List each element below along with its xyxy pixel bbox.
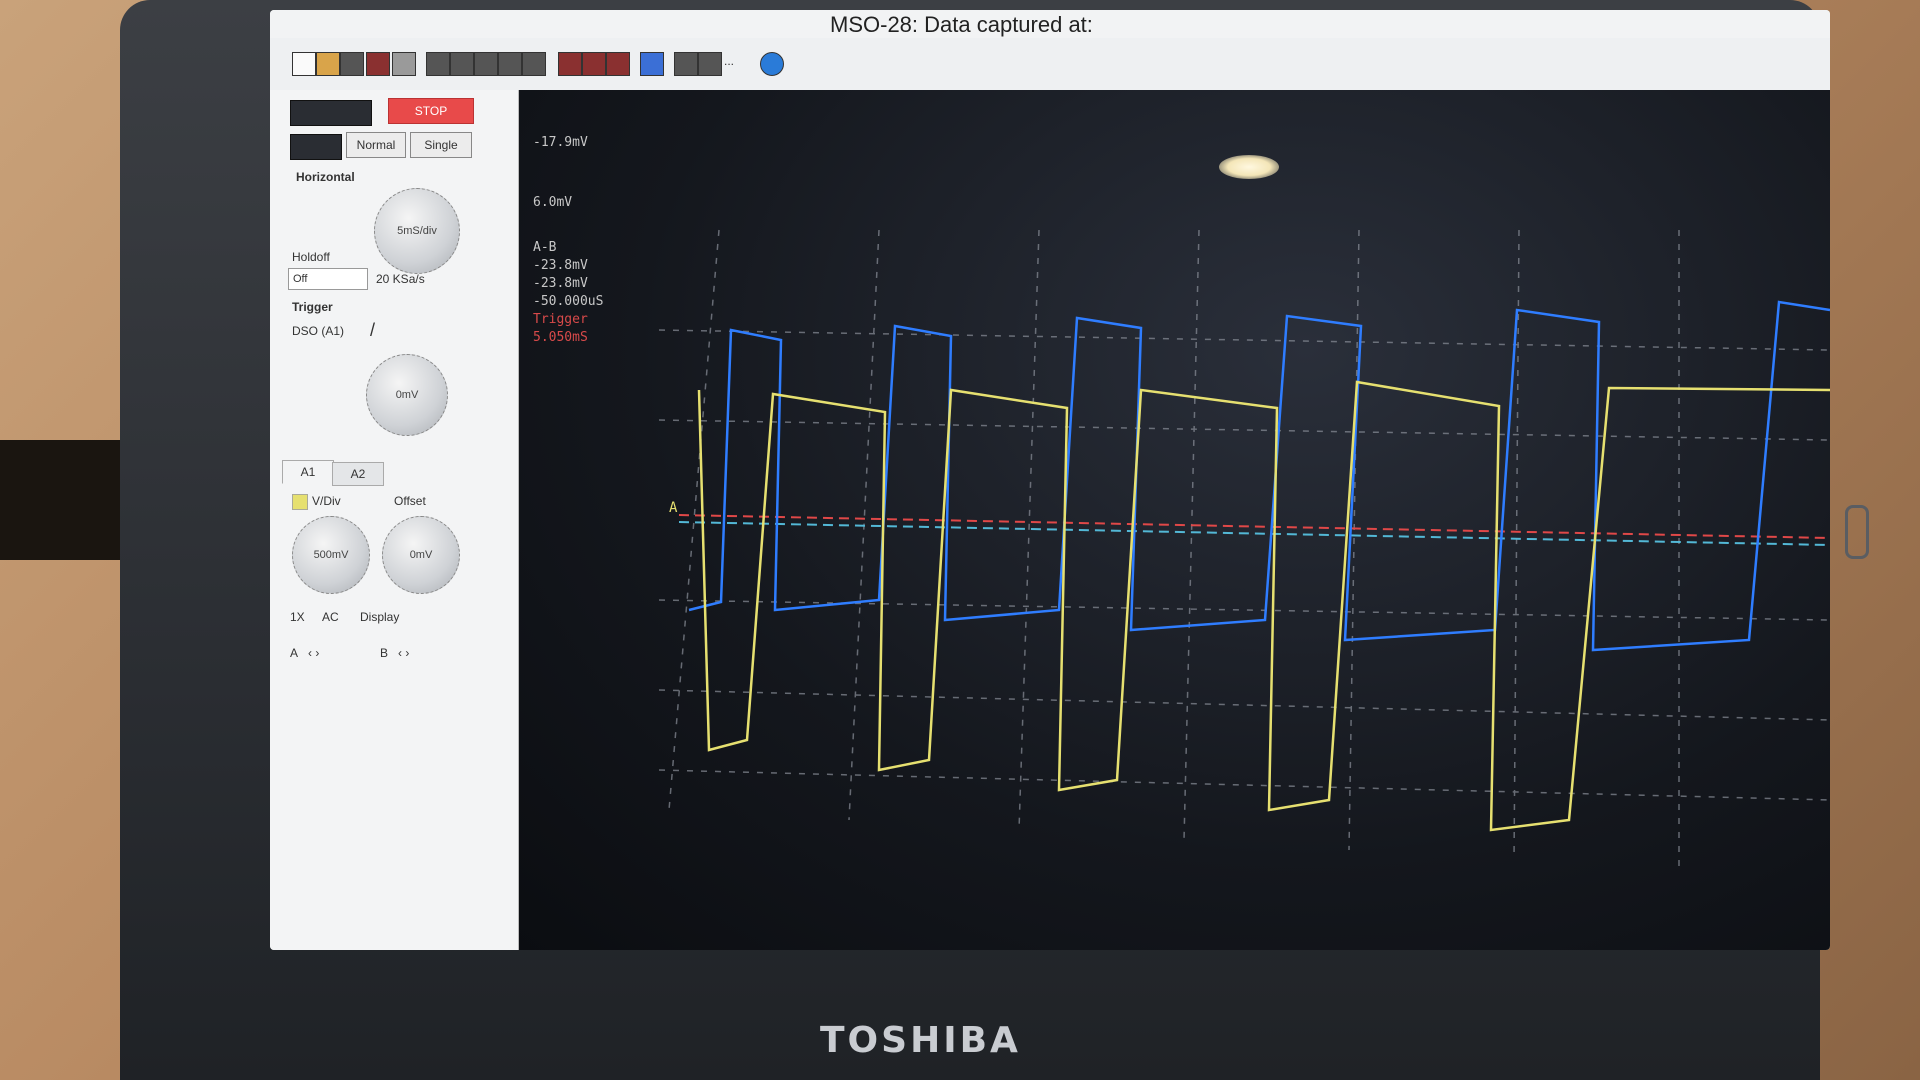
channel-a-trace <box>697 380 1830 832</box>
trigger-label: Trigger <box>292 300 333 314</box>
stop-button[interactable]: STOP <box>388 98 474 124</box>
offset-knob[interactable]: 0mV <box>382 516 460 594</box>
print-icon[interactable] <box>366 52 390 76</box>
status-display <box>290 100 372 126</box>
tab-a2[interactable]: A2 <box>332 462 384 486</box>
trigger-level-knob[interactable]: 0mV <box>366 354 448 436</box>
menu-icon[interactable]: ... <box>724 54 734 68</box>
laptop-screen: MSO-28: Data captured at: ... STOP Norma… <box>270 10 1830 950</box>
new-icon[interactable] <box>292 52 316 76</box>
grid-line-h <box>658 769 1830 801</box>
grid-line-h <box>658 329 1830 351</box>
layout-icon[interactable] <box>426 52 450 76</box>
layout-icon[interactable] <box>474 52 498 76</box>
control-panel: STOP Normal Single Horizontal 5mS/div Ho… <box>270 90 519 950</box>
channel-a-marker[interactable]: A <box>669 500 677 516</box>
single-button[interactable]: Single <box>410 132 472 158</box>
wall-shadow <box>0 440 130 560</box>
display-select[interactable]: Display <box>360 610 399 624</box>
toolbar: ... <box>270 38 1830 91</box>
ref-line-red <box>678 514 1830 539</box>
grid-line-h <box>658 689 1830 721</box>
tab-a1[interactable]: A1 <box>282 460 334 484</box>
holdoff-select[interactable]: Off <box>288 268 368 290</box>
scope-display[interactable]: -17.9mV 6.0mV A-B -23.8mV -23.8mV -50.00… <box>519 90 1830 950</box>
grid-line-v <box>668 229 720 811</box>
sample-rate-label: 20 KSa/s <box>376 272 425 286</box>
record-icon[interactable] <box>606 52 630 76</box>
trigger-source-select[interactable]: DSO (A1) <box>292 324 344 338</box>
cursor-b-control[interactable]: B <box>380 646 388 660</box>
cursor-b-arrows-icon[interactable]: ‹ › <box>398 646 409 660</box>
laptop-bezel: TOSHIBA MSO-28: Data captured at: ... ST… <box>120 0 1869 1080</box>
grid-line-h <box>658 419 1830 441</box>
grid-icon[interactable] <box>698 52 722 76</box>
normal-button[interactable]: Normal <box>346 132 406 158</box>
open-icon[interactable] <box>316 52 340 76</box>
holdoff-label: Holdoff <box>292 250 330 264</box>
offset-label: Offset <box>394 494 426 508</box>
export-icon[interactable] <box>392 52 416 76</box>
camera-icon[interactable] <box>674 52 698 76</box>
horizontal-label: Horizontal <box>296 170 355 184</box>
window-title: MSO-28: Data captured at: <box>830 12 1093 37</box>
title-bar: MSO-28: Data captured at: <box>270 10 1830 39</box>
brand-logo: TOSHIBA <box>820 1020 1021 1061</box>
cursor-a-control[interactable]: A <box>290 646 298 660</box>
probe-select[interactable]: 1X <box>290 610 305 624</box>
save-icon[interactable] <box>340 52 364 76</box>
auto-button[interactable] <box>290 134 342 160</box>
grid-line-h <box>658 599 1830 621</box>
trigger-edge-icon[interactable]: / <box>370 320 375 341</box>
ref-line-cyan <box>678 521 1830 546</box>
channel-color-swatch[interactable] <box>292 494 308 510</box>
layout-icon[interactable] <box>522 52 546 76</box>
bezel-button <box>1845 505 1869 559</box>
layout-icon[interactable] <box>498 52 522 76</box>
grid-lines <box>658 229 1830 870</box>
waveform-plot <box>658 229 1830 870</box>
record-icon[interactable] <box>558 52 582 76</box>
grid-line-v <box>1183 229 1200 841</box>
coupling-select[interactable]: AC <box>322 610 339 624</box>
layout-icon[interactable] <box>450 52 474 76</box>
screen-icon[interactable] <box>640 52 664 76</box>
record-icon[interactable] <box>582 52 606 76</box>
vdiv-label: V/Div <box>312 494 341 508</box>
help-icon[interactable] <box>760 52 784 76</box>
cursor-a-arrows-icon[interactable]: ‹ › <box>308 646 319 660</box>
vdiv-knob[interactable]: 500mV <box>292 516 370 594</box>
timebase-knob[interactable]: 5mS/div <box>374 188 460 274</box>
